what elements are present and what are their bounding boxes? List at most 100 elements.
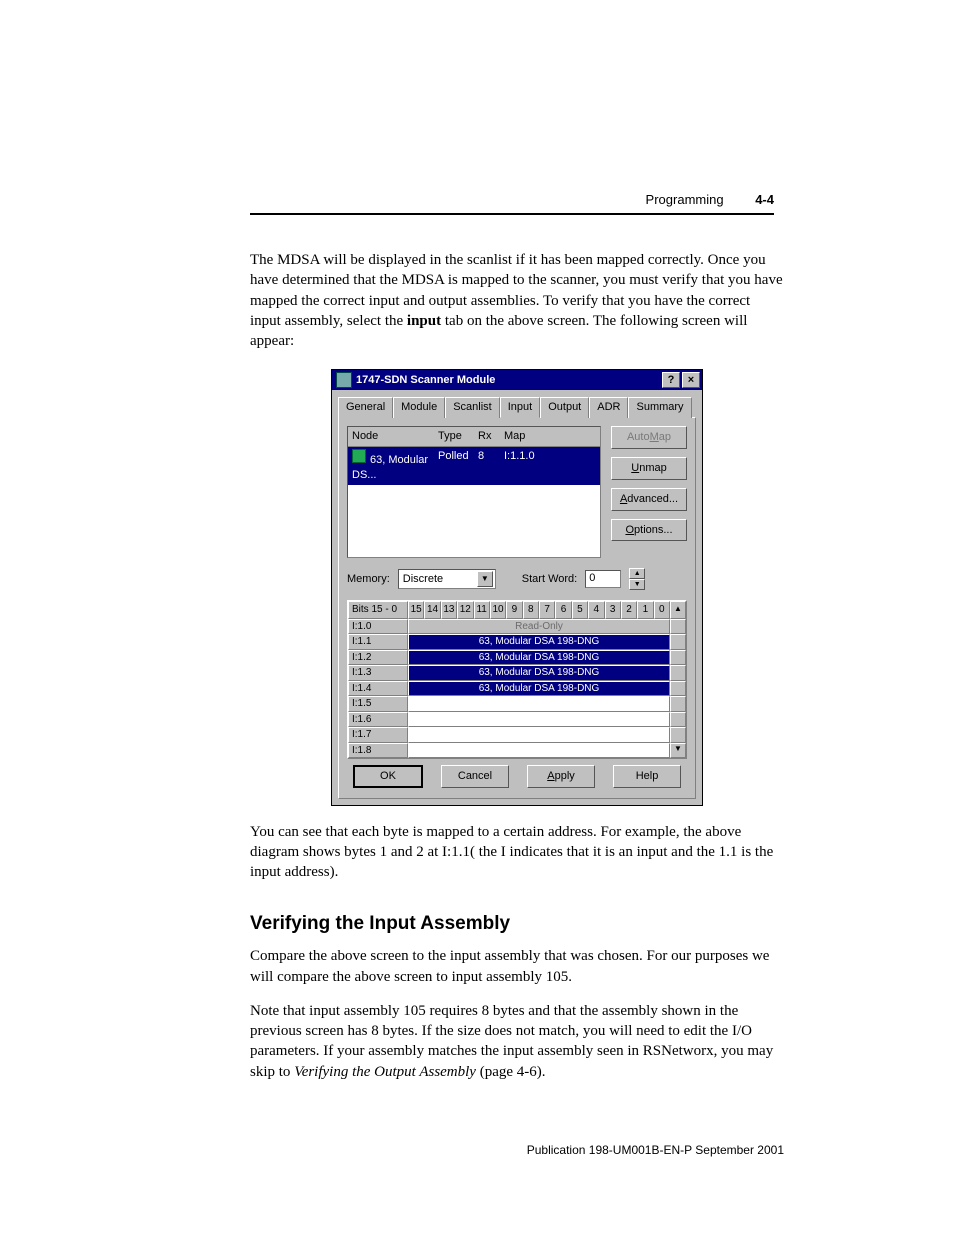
- row-address: I:1.5: [348, 696, 408, 712]
- scroll-up-icon[interactable]: ▲: [670, 601, 686, 619]
- unmap-button[interactable]: Unmap: [611, 457, 687, 480]
- col-node: Node: [352, 429, 438, 444]
- scrollbar-track[interactable]: [670, 696, 686, 712]
- apply-button[interactable]: Apply: [527, 765, 595, 788]
- bit-map-grid: Bits 15 - 0 1514131211109876543210 ▲ I:1…: [347, 600, 687, 759]
- bit-map-row[interactable]: I:1.263, Modular DSA 198-DNG: [348, 650, 686, 666]
- spinner-up-icon[interactable]: ▲: [629, 568, 645, 579]
- bit-map-row[interactable]: I:1.7: [348, 727, 686, 743]
- scrollbar-track[interactable]: [670, 727, 686, 743]
- row-address: I:1.1: [348, 634, 408, 650]
- tab-strip: General Module Scanlist Input Output ADR…: [332, 390, 702, 417]
- memory-value: Discrete: [403, 572, 443, 587]
- tab-scanlist[interactable]: Scanlist: [445, 397, 500, 418]
- start-word-spinner[interactable]: ▲ ▼: [629, 568, 645, 590]
- bit-map-row[interactable]: I:1.6: [348, 712, 686, 728]
- close-button[interactable]: ×: [682, 372, 700, 388]
- tab-input[interactable]: Input: [500, 397, 540, 418]
- bit-map-row[interactable]: I:1.0Read-Only: [348, 619, 686, 635]
- bit-header-cell: 3: [605, 601, 621, 619]
- row-content: [408, 727, 670, 743]
- options-button[interactable]: Options...: [611, 519, 687, 542]
- row-address: I:1.4: [348, 681, 408, 697]
- row-address: I:1.2: [348, 650, 408, 666]
- row-content: 63, Modular DSA 198-DNG: [408, 665, 670, 681]
- help-button[interactable]: Help: [613, 765, 681, 788]
- scrollbar-track[interactable]: [670, 681, 686, 697]
- paragraph-1: The MDSA will be displayed in the scanli…: [250, 250, 784, 351]
- bit-header-cell: 9: [506, 601, 522, 619]
- tab-output[interactable]: Output: [540, 397, 589, 418]
- row-content: Read-Only: [408, 619, 670, 635]
- bit-map-row[interactable]: I:1.463, Modular DSA 198-DNG: [348, 681, 686, 697]
- bit-header-cell: 5: [572, 601, 588, 619]
- bit-map-row[interactable]: I:1.8▼: [348, 743, 686, 759]
- bit-header-cell: 0: [654, 601, 670, 619]
- bit-header-cell: 15: [408, 601, 424, 619]
- bit-header-cell: 11: [474, 601, 490, 619]
- scrollbar-track[interactable]: [670, 634, 686, 650]
- cancel-button[interactable]: Cancel: [441, 765, 509, 788]
- col-rx: Rx: [478, 429, 504, 444]
- row-address: I:1.3: [348, 665, 408, 681]
- start-word-label: Start Word:: [522, 572, 577, 587]
- paragraph-4: Note that input assembly 105 requires 8 …: [250, 1001, 784, 1082]
- row-content: 63, Modular DSA 198-DNG: [408, 681, 670, 697]
- bit-header-cell: 12: [457, 601, 473, 619]
- spinner-down-icon[interactable]: ▼: [629, 579, 645, 590]
- tab-summary[interactable]: Summary: [628, 397, 691, 418]
- bit-map-row[interactable]: I:1.363, Modular DSA 198-DNG: [348, 665, 686, 681]
- page-header: Programming 4-4: [250, 192, 774, 215]
- scrollbar-track[interactable]: [670, 665, 686, 681]
- node-row-selected[interactable]: 63, Modular DS... Polled 8 I:1.1.0: [348, 447, 600, 485]
- memory-combo[interactable]: Discrete ▼: [398, 569, 496, 589]
- bit-header-cell: 6: [555, 601, 571, 619]
- ok-button[interactable]: OK: [353, 765, 423, 788]
- bit-header-cell: 2: [621, 601, 637, 619]
- tab-adr[interactable]: ADR: [589, 397, 628, 418]
- bit-map-row[interactable]: I:1.163, Modular DSA 198-DNG: [348, 634, 686, 650]
- context-help-button[interactable]: ?: [662, 372, 680, 388]
- bit-header-cell: 7: [539, 601, 555, 619]
- titlebar[interactable]: 1747-SDN Scanner Module ? ×: [332, 370, 702, 390]
- paragraph-2: You can see that each byte is mapped to …: [250, 822, 784, 883]
- scrollbar-track[interactable]: [670, 650, 686, 666]
- bit-header-cell: 13: [441, 601, 457, 619]
- row-content: [408, 712, 670, 728]
- device-icon: [352, 449, 366, 463]
- row-address: I:1.0: [348, 619, 408, 635]
- bit-header-cell: 8: [523, 601, 539, 619]
- row-content: [408, 696, 670, 712]
- chevron-down-icon[interactable]: ▼: [477, 571, 493, 587]
- scroll-down-icon[interactable]: ▼: [670, 743, 686, 759]
- section-heading: Verifying the Input Assembly: [250, 911, 784, 937]
- scrollbar-track[interactable]: [670, 619, 686, 635]
- publication-footer: Publication 198-UM001B-EN-P September 20…: [250, 1142, 784, 1158]
- row-address: I:1.6: [348, 712, 408, 728]
- memory-label: Memory:: [347, 572, 390, 587]
- start-word-input[interactable]: 0: [585, 570, 621, 588]
- row-address: I:1.7: [348, 727, 408, 743]
- col-map: Map: [504, 429, 596, 444]
- bits-label: Bits 15 - 0: [348, 601, 408, 619]
- automap-button: AutoMap: [611, 426, 687, 449]
- col-type: Type: [438, 429, 478, 444]
- row-content: [408, 743, 670, 759]
- header-section: Programming: [646, 192, 724, 207]
- node-list[interactable]: Node Type Rx Map 63, Modular DS... Polle…: [347, 426, 601, 558]
- scrollbar-track[interactable]: [670, 712, 686, 728]
- app-icon: [336, 372, 352, 388]
- paragraph-3: Compare the above screen to the input as…: [250, 946, 784, 987]
- bit-map-row[interactable]: I:1.5: [348, 696, 686, 712]
- tab-general[interactable]: General: [338, 397, 393, 418]
- header-page-number: 4-4: [755, 192, 774, 207]
- bit-header-cell: 14: [424, 601, 440, 619]
- bit-header-cell: 10: [490, 601, 506, 619]
- tab-module[interactable]: Module: [393, 397, 445, 418]
- dialog-title: 1747-SDN Scanner Module: [356, 373, 495, 388]
- row-content: 63, Modular DSA 198-DNG: [408, 650, 670, 666]
- bit-header-cell: 4: [588, 601, 604, 619]
- bit-header-cell: 1: [637, 601, 653, 619]
- advanced-button[interactable]: Advanced...: [611, 488, 687, 511]
- scanner-module-dialog: 1747-SDN Scanner Module ? × General Modu…: [331, 369, 703, 806]
